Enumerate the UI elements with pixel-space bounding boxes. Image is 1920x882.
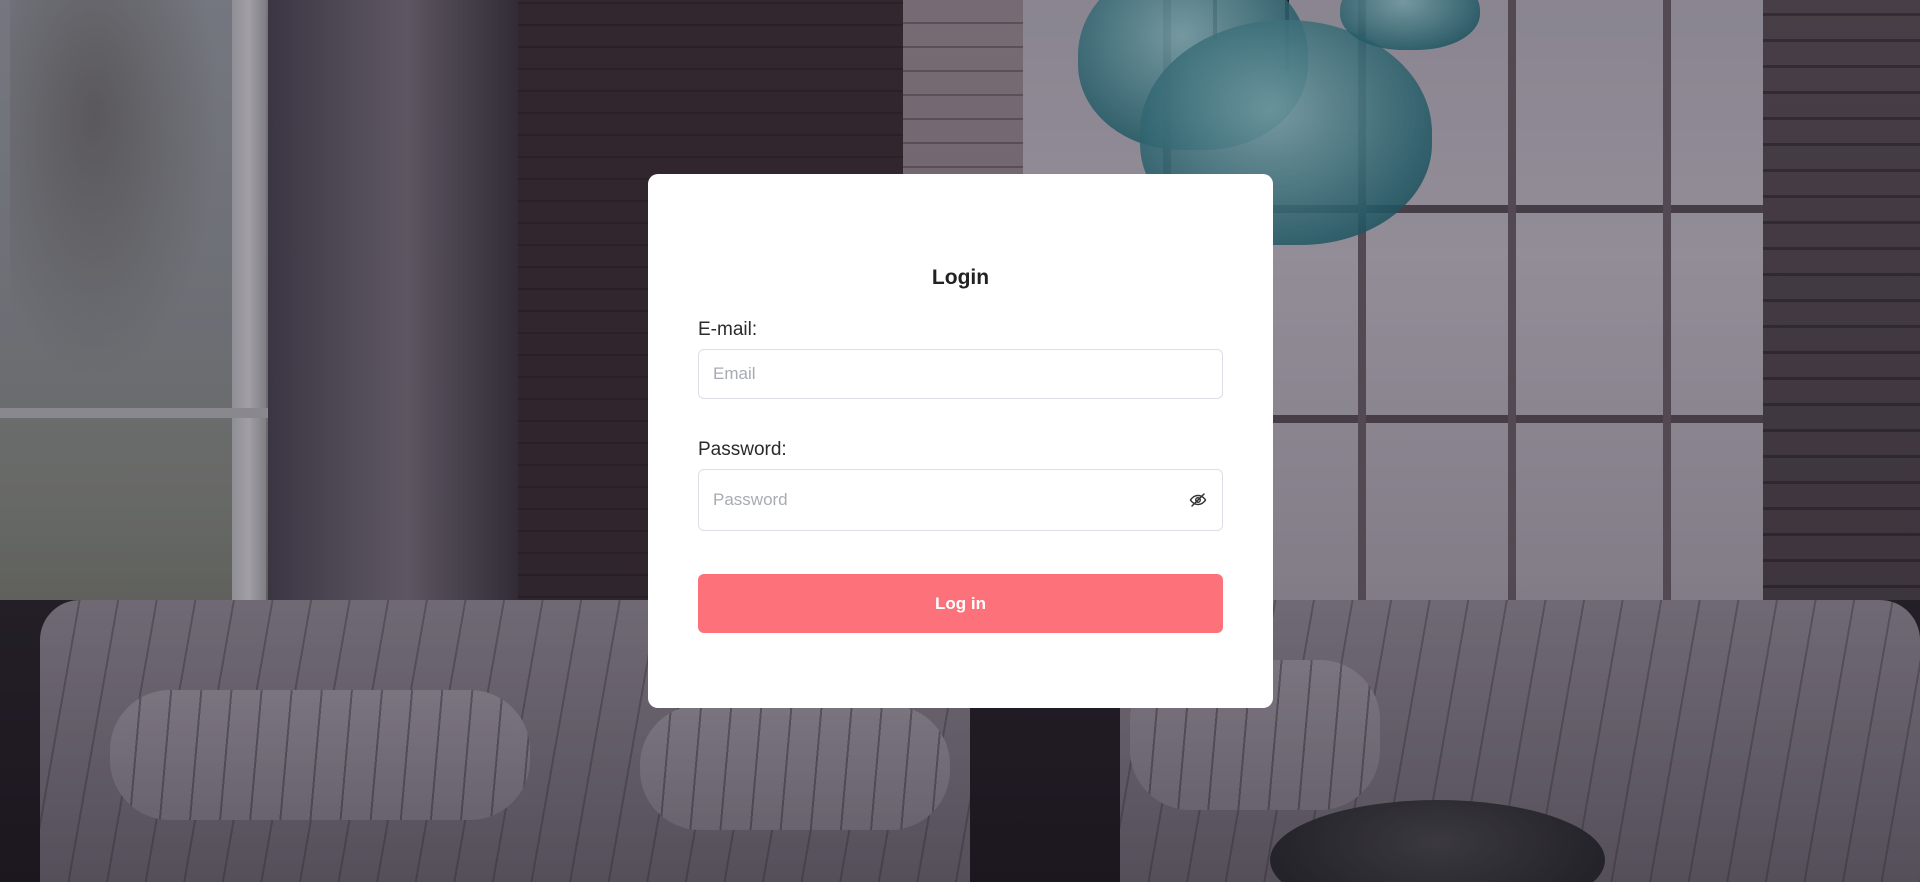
password-label-colon: : xyxy=(781,439,787,460)
password-field-wrapper xyxy=(698,469,1223,531)
email-label-colon: : xyxy=(751,319,758,340)
eye-slash-icon[interactable] xyxy=(1188,490,1208,510)
password-label-text: Password xyxy=(698,439,782,460)
login-card: Login E-mail: Password: Log in xyxy=(648,174,1273,708)
email-label-text: E-mail xyxy=(698,319,752,340)
password-label: Password: xyxy=(698,439,787,461)
email-field-wrapper xyxy=(698,349,1223,399)
login-button[interactable]: Log in xyxy=(698,574,1223,633)
login-title: Login xyxy=(931,266,990,289)
password-input[interactable] xyxy=(699,470,1222,530)
email-label: E-mail: xyxy=(698,319,757,341)
email-input[interactable] xyxy=(699,350,1222,398)
